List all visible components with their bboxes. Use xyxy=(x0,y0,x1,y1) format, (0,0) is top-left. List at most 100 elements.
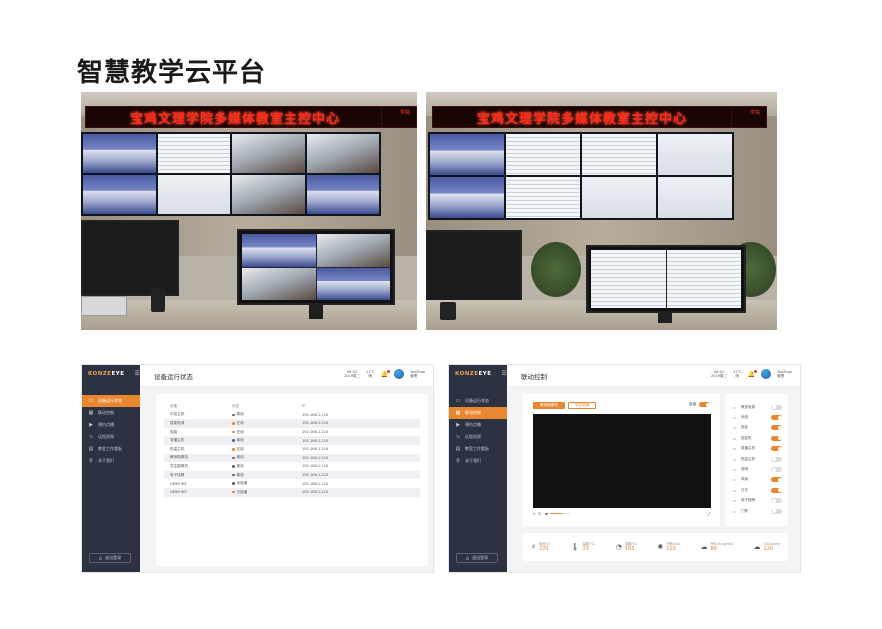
weather-display: 11°C 晴 xyxy=(365,370,375,378)
sensor-item: 🌡 温度(°C) 23 xyxy=(571,542,596,552)
sidebar-item-board[interactable]: ▤ 教室工作看板 xyxy=(449,443,507,455)
volume-slider[interactable] xyxy=(550,512,571,515)
device-icon: ▫ xyxy=(733,508,736,514)
device-ip: 192.168.1.210 xyxy=(302,412,329,417)
status-dot xyxy=(232,456,235,460)
logout-button[interactable]: ⏻ 退出登录 xyxy=(89,553,131,563)
thermometer-icon: 🌡 xyxy=(570,543,580,551)
sensor-value: 163 xyxy=(624,546,635,552)
column-header: 设备 xyxy=(170,403,178,408)
status-text: 离线 xyxy=(236,472,244,477)
switch-row: ▫ 投影 xyxy=(733,423,782,433)
switch-label: 教室电源 xyxy=(741,404,755,409)
video-wall xyxy=(428,132,734,220)
sidebar-item-device-status[interactable]: ▭ 设备运行状态 xyxy=(449,395,507,407)
led-side-panel: 学院 xyxy=(381,106,417,128)
sidebar: KONZEEYE ☰ ▭ 设备运行状态 ▦ 联动控制 ▶ 预约点播 ∿ 远程巡视 ▤ 教室… xyxy=(449,365,507,572)
bell-icon[interactable]: 🔔 xyxy=(748,369,758,378)
sidebar-item-linkage[interactable]: ▦ 联动控制 xyxy=(449,407,507,419)
live-switch[interactable] xyxy=(699,402,710,407)
device-toggle[interactable] xyxy=(771,456,782,462)
device-name: 智能电源 xyxy=(170,420,185,425)
video-panel: 教师摄像机 学生摄像 直播 ⏸ ↻ ◀ ⤢ xyxy=(523,394,720,526)
monitor-icon: ▭ xyxy=(455,398,461,404)
sidebar-item-board[interactable]: ▤ 教室工作看板 xyxy=(82,443,140,455)
switch-row: ▫ 灯光 xyxy=(733,485,782,495)
refresh-icon[interactable]: ↻ xyxy=(538,511,541,516)
device-toggle[interactable] xyxy=(771,477,782,483)
bell-icon[interactable]: 🔔 xyxy=(381,369,391,378)
device-status: 离线 xyxy=(232,473,302,478)
sidebar-item-label: 教室工作看板 xyxy=(98,446,122,451)
device-toggle[interactable] xyxy=(771,487,782,493)
status-text: 在线 xyxy=(236,446,244,451)
sidebar-item-label: 关于我们 xyxy=(465,458,481,463)
device-toggle[interactable] xyxy=(771,404,782,410)
video-controls: ⏸ ↻ ◀ ⤢ xyxy=(533,510,711,517)
device-toggle[interactable] xyxy=(771,467,782,473)
device-toggle[interactable] xyxy=(771,425,782,431)
device-name: 录播主机 xyxy=(170,438,185,443)
sidebar-item-about[interactable]: ♀ 关于我们 xyxy=(449,455,507,467)
avatar[interactable] xyxy=(394,369,405,379)
led-side-panel: 学院 xyxy=(731,106,767,128)
column-header: 状态 xyxy=(232,403,240,408)
info-icon: ♀ xyxy=(456,458,460,464)
left-monitor xyxy=(81,220,179,296)
switch-label: 音响 xyxy=(741,467,748,472)
led-banner: 宝鸡文理学院多媒体教室主控中心 xyxy=(85,106,385,128)
sidebar-item-vod[interactable]: ▶ 预约点播 xyxy=(449,419,507,431)
logout-button[interactable]: ⏻ 退出登录 xyxy=(456,553,498,563)
sidebar-item-linkage[interactable]: ▦ 联动控制 xyxy=(82,407,140,419)
sidebar-item-label: 设备运行状态 xyxy=(465,398,489,403)
page-title: 智慧教学云平台 xyxy=(77,58,267,88)
device-icon: ▫ xyxy=(733,477,736,483)
switch-label: 电子班牌 xyxy=(741,498,755,503)
device-toggle[interactable] xyxy=(771,498,782,504)
switch-label: 系统 xyxy=(741,415,748,420)
control-center-photo-left: 宝鸡文理学院多媒体教室主控中心 学院 xyxy=(81,92,417,330)
tab-teacher-camera[interactable]: 教师摄像机 xyxy=(533,402,565,409)
co2-icon: ☁ xyxy=(753,543,761,551)
fullscreen-icon[interactable]: ⤢ xyxy=(708,511,711,516)
sidebar-item-patrol[interactable]: ∿ 远程巡视 xyxy=(82,431,140,443)
led-banner-text: 宝鸡文理学院多媒体教室主控中心 xyxy=(129,111,340,127)
column-header: IP xyxy=(302,404,306,409)
sidebar-item-device-status[interactable]: ▭ 设备运行状态 xyxy=(82,395,140,407)
sidebar-item-about[interactable]: ♀ 关于我们 xyxy=(82,455,140,467)
switch-row: ▫ 门禁 xyxy=(733,506,782,516)
video-player[interactable] xyxy=(533,414,711,508)
device-ip: 192.168.1.210 xyxy=(302,490,329,495)
device-toggle[interactable] xyxy=(771,446,782,452)
left-monitor xyxy=(426,230,522,302)
status-text: 离线 xyxy=(236,438,244,443)
weather-display: 11°C 晴 xyxy=(732,370,742,378)
sidebar-item-label: 远程巡视 xyxy=(98,434,114,439)
wave-icon: ∿ xyxy=(88,434,94,440)
switch-row: ▫ 录播主机 xyxy=(733,444,782,454)
device-icon: ▫ xyxy=(733,415,736,421)
device-toggle[interactable] xyxy=(771,415,782,421)
device-toggle[interactable] xyxy=(771,508,782,514)
device-ip: 192.168.1.210 xyxy=(302,464,329,469)
volume-icon[interactable]: ◀ xyxy=(544,511,547,516)
power-icon: ⏻ xyxy=(465,555,470,561)
device-status-screen: KONZEEYE ☰ ▭ 设备运行状态 ▦ 联动控制 ▶ 预约点播 ∿ 远程巡视 ▤ 教室… xyxy=(81,364,434,573)
user-info: YanZhao 管理 xyxy=(777,370,792,378)
sidebar-item-vod[interactable]: ▶ 预约点播 xyxy=(82,419,140,431)
avatar[interactable] xyxy=(761,369,772,379)
device-ip: 192.168.1.210 xyxy=(302,455,329,460)
device-toggle[interactable] xyxy=(771,435,782,441)
live-toggle[interactable]: 直播 xyxy=(689,402,710,407)
device-name: HDMI IN2 xyxy=(170,490,187,495)
tab-student-camera[interactable]: 学生摄像 xyxy=(567,402,597,409)
switch-label: 防盗主机 xyxy=(741,456,755,461)
status-dot xyxy=(232,413,235,417)
device-name: 电子班牌 xyxy=(170,472,185,477)
page-heading: 联动控制 xyxy=(521,373,547,381)
pause-icon[interactable]: ⏸ xyxy=(533,511,535,516)
sidebar-item-patrol[interactable]: ∿ 远程巡视 xyxy=(449,431,507,443)
led-banner-text: 宝鸡文理学院多媒体教室主控中心 xyxy=(476,111,687,127)
switch-row: ▫ 投影机 xyxy=(733,433,782,443)
device-name: HDMI IN1 xyxy=(170,481,187,486)
